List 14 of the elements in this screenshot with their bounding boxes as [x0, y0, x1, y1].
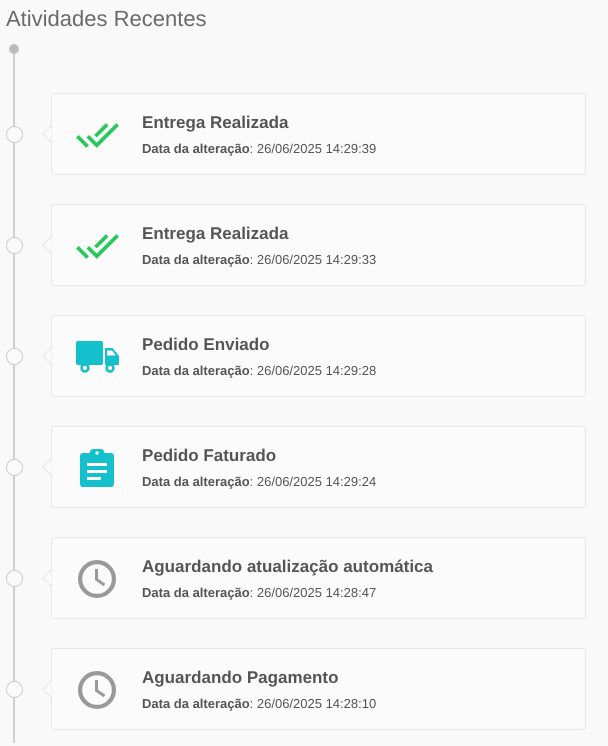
change-date: Data da alteração: 26/06/2025 14:29:28: [142, 362, 376, 380]
timeline-start-icon: [9, 44, 19, 54]
section-title: Atividades Recentes: [5, 5, 208, 33]
change-date: Data da alteração: 26/06/2025 14:28:10: [142, 695, 376, 713]
change-date: Data da alteração: 26/06/2025 14:29:33: [142, 251, 376, 269]
status-title: Entrega Realizada: [142, 112, 290, 134]
status-title: Pedido Faturado: [142, 445, 278, 467]
change-date: Data da alteração: 26/06/2025 14:29:39: [142, 140, 376, 158]
status-title: Pedido Enviado: [142, 334, 271, 356]
change-date: Data da alteração: 26/06/2025 14:28:47: [142, 584, 378, 602]
change-date: Data da alteração: 26/06/2025 14:29:24: [142, 473, 376, 491]
status-title: Aguardando atualização automática: [142, 556, 433, 578]
status-title: Aguardando Pagamento: [142, 667, 340, 689]
status-title: Entrega Realizada: [142, 223, 290, 245]
